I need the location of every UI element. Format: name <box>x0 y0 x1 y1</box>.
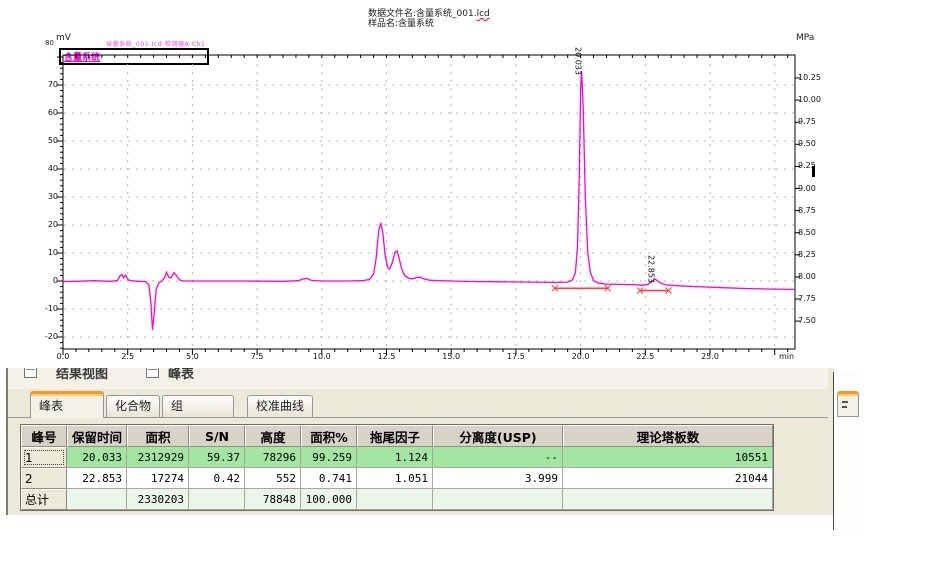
tab-1[interactable]: 峰表 <box>30 391 104 418</box>
table-cell[interactable]: 2330203 <box>127 489 189 510</box>
pressure-tick-label: 9.50 <box>798 139 816 148</box>
tab-2[interactable]: 化合物 <box>106 395 160 417</box>
x-axis-tick-label: 7.5 <box>242 352 272 361</box>
window-icon[interactable] <box>24 368 37 378</box>
column-header[interactable]: 峰号 <box>21 425 67 447</box>
table-cell[interactable]: 78848 <box>245 489 301 510</box>
column-header[interactable]: 面积% <box>301 425 357 447</box>
y-axis-tick-label: 0 <box>24 276 58 285</box>
x-axis-tick-label: 10.0 <box>307 352 337 361</box>
table-icon[interactable] <box>146 368 159 378</box>
table-row: 222.853172740.425520.7411.0513.99921044 <box>21 468 773 489</box>
x-axis-tick-label: 15.0 <box>436 352 466 361</box>
table-cell[interactable]: 2312929 <box>127 447 189 468</box>
y-axis-tick-label: 40 <box>24 164 58 173</box>
table-cell[interactable]: 0.741 <box>301 468 357 489</box>
chromatogram-panel: 数据文件名:含量系统_001.lcd 样品名:含量系统 80 mV MPa 含量… <box>0 0 930 368</box>
column-header[interactable]: 高度 <box>245 425 301 447</box>
table-header-row: 峰号保留时间面积S/N高度面积%拖尾因子分离度(USP)理论塔板数 <box>21 425 773 447</box>
table-cell[interactable]: 1.124 <box>357 447 433 468</box>
table-cell[interactable]: -- <box>433 447 563 468</box>
table-cell[interactable] <box>433 489 563 510</box>
column-header[interactable]: 分离度(USP) <box>433 425 563 447</box>
app-window: 数据文件名:含量系统_001.lcd 样品名:含量系统 80 mV MPa 含量… <box>0 0 930 575</box>
column-header[interactable]: 理论塔板数 <box>563 425 773 447</box>
table-cell[interactable] <box>189 489 245 510</box>
table-cell[interactable]: 17274 <box>127 468 189 489</box>
table-total-row: 总计 2330203 78848100.000 <box>21 489 773 510</box>
y-axis-tick-label: -20 <box>24 332 58 341</box>
table-row: 120.033231292959.377829699.2591.124--105… <box>21 447 773 468</box>
x-axis-tick-label: 5.0 <box>177 352 207 361</box>
row-header[interactable]: 1 <box>21 447 67 468</box>
adjacent-panel-fragment <box>833 372 862 530</box>
clipped-glyph <box>842 401 848 403</box>
column-header[interactable]: 面积 <box>127 425 189 447</box>
tab-3[interactable]: 组 <box>162 395 234 417</box>
table-cell[interactable]: 100.000 <box>301 489 357 510</box>
table-cell[interactable]: 10551 <box>563 447 773 468</box>
y-axis-tick-label: 60 <box>24 108 58 117</box>
column-header[interactable]: 拖尾因子 <box>357 425 433 447</box>
table-cell[interactable]: 99.259 <box>301 447 357 468</box>
x-axis-tick-label: 12.5 <box>372 352 402 361</box>
row-header[interactable]: 2 <box>21 468 67 489</box>
peak-table: 峰号保留时间面积S/N高度面积%拖尾因子分离度(USP)理论塔板数120.033… <box>20 424 774 511</box>
peak-label: 22.853 <box>646 255 655 283</box>
results-view-label: 结果视图 <box>56 368 108 382</box>
table-cell[interactable] <box>563 489 773 510</box>
peak-label: 20.033 <box>573 47 582 75</box>
pressure-tick-label: 7.50 <box>798 316 816 325</box>
table-cell[interactable]: 78296 <box>245 447 301 468</box>
y-axis-tick-label: -10 <box>24 304 58 313</box>
table-cell[interactable]: 0.42 <box>189 468 245 489</box>
clipped-glyph <box>842 406 847 408</box>
column-header[interactable]: 保留时间 <box>67 425 127 447</box>
pressure-tick-label: 8.50 <box>798 228 816 237</box>
results-tabstrip: 峰表化合物组校准曲线 <box>8 389 828 418</box>
row-header[interactable]: 总计 <box>21 489 67 510</box>
chromatogram-curve <box>63 71 794 330</box>
table-cell[interactable]: 552 <box>245 468 301 489</box>
y-axis-tick-label: 50 <box>24 136 58 145</box>
x-axis-tick-label: 25.0 <box>695 352 725 361</box>
pressure-tick-label: 8.75 <box>798 206 816 215</box>
table-cell[interactable]: 20.033 <box>67 447 127 468</box>
adjacent-panel-tab-fragment[interactable] <box>837 391 859 417</box>
peak-table-label: 峰表 <box>168 368 194 382</box>
pressure-tick-label: 9.00 <box>798 184 816 193</box>
results-panel: 结果视图 峰表 峰表化合物组校准曲线 峰号保留时间面积S/N高度面积%拖尾因子分… <box>6 368 834 515</box>
x-axis-tick-label: 17.5 <box>501 352 531 361</box>
x-axis-tick-label: 2.5 <box>113 352 143 361</box>
text-cursor <box>812 166 815 177</box>
table-cell[interactable]: 22.853 <box>67 468 127 489</box>
table-cell[interactable]: 59.37 <box>189 447 245 468</box>
y-axis-tick-label: 30 <box>24 192 58 201</box>
table-cell[interactable]: 3.999 <box>433 468 563 489</box>
table-cell[interactable] <box>67 489 127 510</box>
pressure-tick-label: 8.00 <box>798 272 816 281</box>
table-cell[interactable]: 21044 <box>563 468 773 489</box>
pressure-tick-label: 10.25 <box>798 73 821 82</box>
y-axis-tick-label: 70 <box>24 80 58 89</box>
x-axis-unit: min <box>779 352 794 361</box>
y-axis-tick-label: 20 <box>24 220 58 229</box>
x-axis-tick-label: 20.0 <box>566 352 596 361</box>
table-cell[interactable]: 1.051 <box>357 468 433 489</box>
table-cell[interactable] <box>357 489 433 510</box>
column-header[interactable]: S/N <box>189 425 245 447</box>
pressure-tick-label: 9.75 <box>798 117 816 126</box>
pressure-tick-label: 8.25 <box>798 250 816 259</box>
results-toolbar-clipped: 结果视图 峰表 <box>8 368 828 389</box>
y-axis-tick-label: 10 <box>24 248 58 257</box>
chromatogram-plot[interactable] <box>0 0 930 368</box>
x-axis-tick-label: 22.5 <box>630 352 660 361</box>
pressure-tick-label: 7.75 <box>798 294 816 303</box>
tab-4[interactable]: 校准曲线 <box>247 395 313 417</box>
pressure-tick-label: 10.00 <box>798 95 821 104</box>
x-axis-tick-label: 0.0 <box>48 352 78 361</box>
